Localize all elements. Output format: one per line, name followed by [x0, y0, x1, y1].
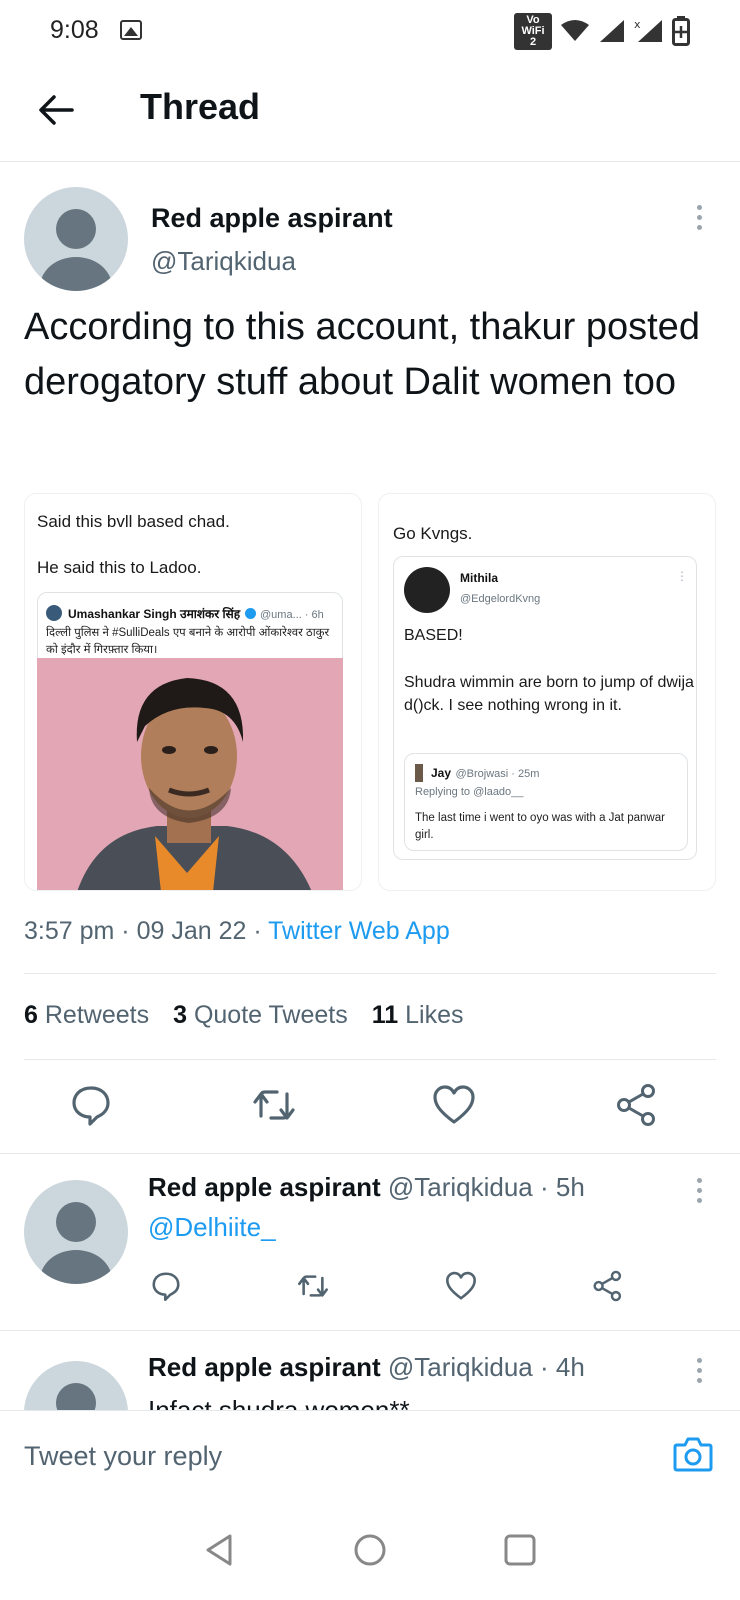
reply-more-options-icon[interactable]: [697, 1358, 705, 1388]
back-arrow-icon[interactable]: [36, 90, 76, 130]
reply-input[interactable]: Tweet your reply: [24, 1441, 222, 1472]
quote-author-name-2: Mithila: [460, 571, 498, 585]
nav-back-icon[interactable]: [200, 1530, 240, 1570]
avatar[interactable]: [24, 187, 128, 291]
reply-text[interactable]: @Delhiite_: [148, 1212, 276, 1243]
likes-stat[interactable]: 11 Likes: [372, 1001, 464, 1030]
gallery-notification-icon: [120, 20, 142, 40]
nav-recents-icon[interactable]: [500, 1530, 540, 1570]
quote-avatar-2: [404, 567, 450, 613]
divider: [0, 1153, 740, 1154]
media-left-line2: He said this to Ladoo.: [37, 558, 202, 577]
nav-home-icon[interactable]: [350, 1530, 390, 1570]
page-title: Thread: [140, 86, 261, 127]
status-icons: Vo WiFi 2 x: [514, 12, 690, 50]
tweet-author-handle[interactable]: @Tariqkidua: [151, 246, 296, 277]
inner-author-name: Jay: [431, 766, 452, 780]
reply-author-handle[interactable]: @Tariqkidua: [388, 1352, 533, 1382]
quote-text: दिल्ली पुलिस ने #SulliDeals एप बनाने के …: [46, 627, 330, 656]
vowifi-icon: Vo WiFi 2: [514, 12, 552, 50]
signal-icon-2: x: [634, 18, 662, 42]
reply-author-name[interactable]: Red apple aspirant: [148, 1172, 381, 1202]
camera-icon[interactable]: [672, 1433, 714, 1475]
quote-meta: @uma... · 6h: [260, 609, 324, 621]
reply-author-handle[interactable]: @Tariqkidua: [388, 1172, 533, 1202]
person-photo: [37, 658, 343, 890]
media-image-right[interactable]: Go Kvngs. Mithila @EdgelordKvng ⋮ BASED!…: [378, 493, 716, 891]
status-time: 9:08: [50, 16, 99, 44]
status-bar: 9:08 Vo WiFi 2 x: [0, 0, 740, 62]
quote-more-icon: ⋮: [676, 569, 688, 583]
retweets-stat[interactable]: 6 Retweets: [24, 1001, 149, 1030]
quote-author-handle-2: @EdgelordKvng: [460, 593, 541, 605]
wifi-icon: [561, 20, 589, 41]
tweet-author-name[interactable]: Red apple aspirant: [151, 203, 393, 234]
reply-more-options-icon[interactable]: [697, 1178, 705, 1208]
header: Thread: [0, 62, 740, 162]
reply-header: Red apple aspirant @Tariqkidua · 4h: [148, 1352, 585, 1383]
quote-text-based: BASED!: [404, 627, 463, 644]
verified-badge-icon: [244, 608, 256, 619]
reply-avatar[interactable]: [24, 1180, 128, 1284]
reply-2: Red apple aspirant @Tariqkidua · 4h Infa…: [0, 1331, 740, 1410]
tweet-date: 09 Jan 22: [136, 917, 247, 945]
retweet-icon[interactable]: [295, 1268, 331, 1304]
tweet-text: According to this account, thakur posted…: [24, 306, 700, 403]
reply-time: · 5h: [540, 1172, 585, 1202]
tweet-actions: [24, 1080, 716, 1136]
reply-time: · 4h: [540, 1352, 585, 1382]
quote-text-body: Shudra wimmin are born to jump of dwija …: [404, 674, 694, 714]
media-right-line1: Go Kvngs.: [393, 524, 473, 543]
reply-composer: Tweet your reply: [0, 1410, 740, 1501]
reply-icon[interactable]: [66, 1080, 116, 1130]
inner-avatar: [415, 764, 423, 782]
system-nav-bar: [0, 1500, 740, 1600]
inner-meta: @Brojwasi · 25m: [455, 768, 540, 780]
inner-text: The last time i went to oyo was with a J…: [415, 812, 665, 841]
quoted-tweet-card-2: Mithila @EdgelordKvng ⋮ BASED! Shudra wi…: [393, 556, 697, 860]
reply-author-name[interactable]: Red apple aspirant: [148, 1352, 381, 1382]
like-icon[interactable]: [443, 1268, 479, 1304]
divider: [24, 973, 716, 974]
quote-tweets-stat[interactable]: 3 Quote Tweets: [173, 1001, 348, 1030]
more-options-icon[interactable]: [697, 205, 705, 235]
reply-text: Infact shudra women**: [148, 1395, 410, 1410]
media-image-left[interactable]: Said this bvll based chad. He said this …: [24, 493, 362, 891]
battery-icon: [672, 16, 690, 46]
signal-icon: [600, 20, 624, 42]
svg-text:x: x: [634, 18, 641, 31]
share-icon[interactable]: [590, 1268, 626, 1304]
tweet-source[interactable]: Twitter Web App: [268, 917, 450, 945]
share-icon[interactable]: [612, 1080, 662, 1130]
engagement-counts: 6 Retweets 3 Quote Tweets 11 Likes: [24, 1001, 464, 1030]
inner-quoted-card: Jay @Brojwasi · 25m Replying to @laado__…: [404, 753, 688, 851]
tweet-timestamp: 3:57 pm · 09 Jan 22 · Twitter Web App: [24, 917, 450, 945]
tweet-media[interactable]: Said this bvll based chad. He said this …: [24, 493, 716, 891]
reply-avatar[interactable]: [24, 1361, 128, 1410]
like-icon[interactable]: [429, 1080, 479, 1130]
media-left-line1: Said this bvll based chad.: [37, 512, 230, 531]
quote-author-name: Umashankar Singh उमाशंकर सिंह: [68, 607, 241, 621]
divider: [24, 1059, 716, 1060]
tweet-time: 3:57 pm: [24, 917, 115, 945]
quote-avatar: [46, 605, 62, 621]
retweet-icon[interactable]: [249, 1080, 299, 1130]
reply-header: Red apple aspirant @Tariqkidua · 5h: [148, 1172, 585, 1203]
inner-replying-to: Replying to @laado__: [415, 786, 524, 798]
reply-icon[interactable]: [148, 1268, 184, 1304]
